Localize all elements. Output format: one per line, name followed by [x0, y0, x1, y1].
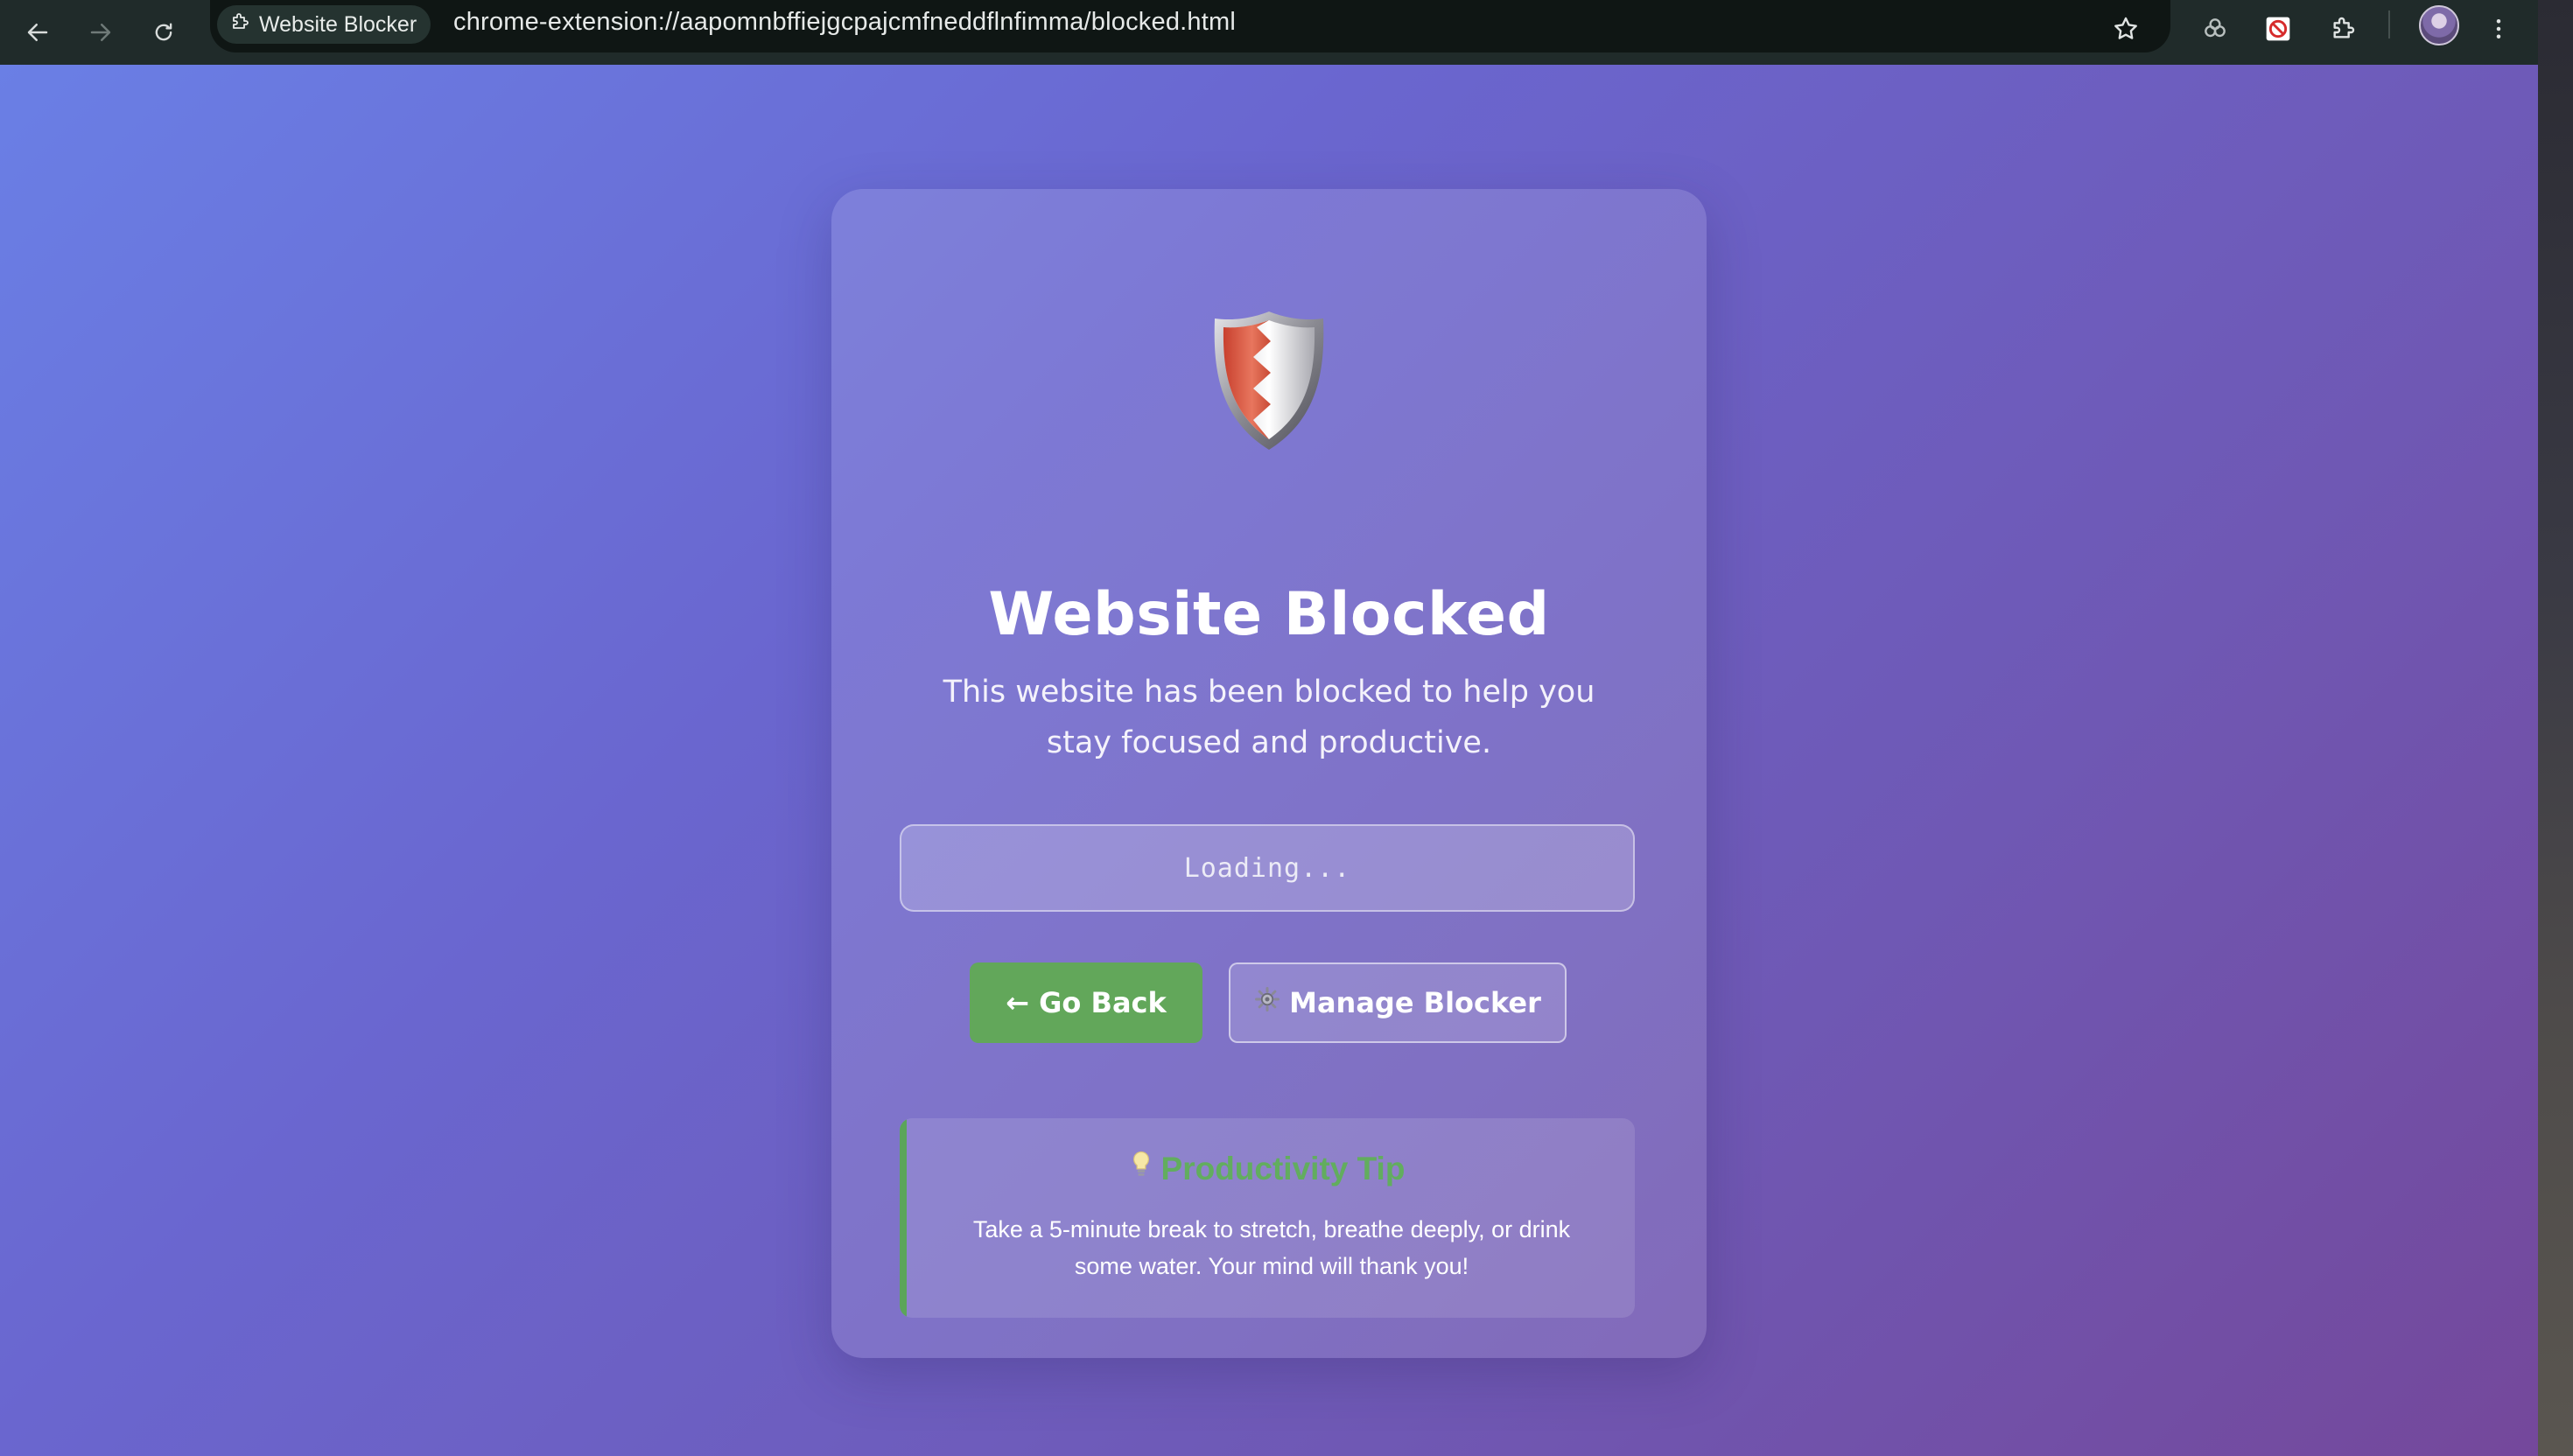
productivity-tip-box: Productivity Tip Take a 5-minute break t… — [900, 1118, 1635, 1318]
browser-toolbar: Website Blocker chrome-extension://aapom… — [0, 0, 2538, 66]
go-back-label: ← Go Back — [1006, 986, 1167, 1019]
tip-accent-bar — [900, 1118, 907, 1318]
tip-title: Productivity Tip — [1160, 1150, 1406, 1186]
url-text[interactable]: chrome-extension://aapomnbffiejgcpajcmfn… — [453, 8, 1236, 37]
blocked-card: Website Blocked This website has been bl… — [831, 189, 1707, 1358]
page-description: This website has been blocked to help yo… — [943, 675, 1595, 760]
address-bar[interactable]: Website Blocker chrome-extension://aapom… — [210, 0, 2170, 52]
avatar[interactable] — [2419, 5, 2459, 46]
gear-icon — [1254, 986, 1280, 1019]
forward-arrow-icon[interactable] — [81, 12, 121, 52]
back-arrow-icon[interactable] — [18, 12, 58, 52]
tip-heading: Productivity Tip — [900, 1150, 1635, 1187]
extension-puzzle-icon — [229, 11, 250, 38]
blocked-url-text: Loading... — [1183, 852, 1351, 884]
blocked-page-background: Website Blocked This website has been bl… — [0, 65, 2538, 1456]
extensions-icon[interactable] — [2323, 9, 2363, 49]
manage-blocker-label: Manage Blocker — [1289, 986, 1541, 1019]
sync-icon[interactable] — [2195, 9, 2235, 49]
shield-icon — [1208, 306, 1330, 455]
lightbulb-icon — [1130, 1150, 1153, 1187]
blocked-url-display: Loading... — [900, 824, 1635, 912]
tip-text: Take a 5-minute break to stretch, breath… — [972, 1216, 1571, 1279]
toolbar-divider — [2388, 10, 2390, 38]
manage-blocker-button[interactable]: Manage Blocker — [1229, 962, 1567, 1043]
site-chip-label: Website Blocker — [259, 11, 417, 37]
go-back-button[interactable]: ← Go Back — [970, 962, 1202, 1043]
more-menu-icon[interactable] — [2478, 9, 2519, 49]
page-title: Website Blocked — [988, 580, 1550, 649]
reload-icon[interactable] — [144, 12, 184, 52]
blocker-extension-icon[interactable] — [2258, 9, 2298, 49]
bookmark-star-icon[interactable] — [2106, 9, 2146, 49]
site-info-chip[interactable]: Website Blocker — [217, 5, 431, 44]
desktop-edge — [2538, 0, 2573, 1456]
